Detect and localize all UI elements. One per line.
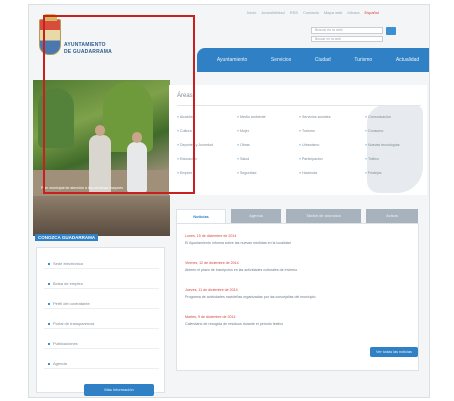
tab-noticias[interactable]: Noticias (176, 209, 226, 223)
quick-link[interactable]: Bolsa de empleo (44, 278, 159, 289)
tab-avisos[interactable]: Avisos (366, 209, 418, 223)
nav-item-ciudad[interactable]: Ciudad (315, 57, 331, 63)
more-info-button[interactable]: Más información (84, 384, 154, 396)
quick-link[interactable]: Agenda (44, 358, 159, 369)
top-link-accessibility[interactable]: Accesibilidad (261, 10, 284, 15)
top-link-contact[interactable]: Contacto (303, 10, 319, 15)
coat-of-arms-icon (39, 19, 61, 55)
news-panel: Lunes, 15 de diciembre de 2014 El Ayunta… (176, 223, 419, 371)
quick-link[interactable]: Perfil del contratante (44, 298, 159, 309)
area-link[interactable]: Educación (177, 157, 197, 161)
news-title[interactable]: Programa de actividades navideñas organi… (185, 295, 315, 299)
logo-text-line2: DE GUADARRAMA (64, 49, 112, 55)
secondary-banner (33, 196, 170, 236)
nav-item-actualidad[interactable]: Actualidad (396, 57, 419, 63)
area-link[interactable]: Mujer (237, 129, 249, 133)
area-link[interactable]: Turismo (299, 129, 315, 133)
tree-shape (38, 88, 74, 148)
tab-agenda[interactable]: Agenda (231, 209, 281, 223)
area-link[interactable]: Comunicación (365, 115, 391, 119)
area-link[interactable]: Tráfico (365, 157, 379, 161)
logo-text-line1: AYUNTAMIENTO (64, 42, 106, 48)
hero-banner[interactable]: Plan municipal de atención a las persona… (33, 80, 170, 196)
quick-link[interactable]: Portal de transparencia (44, 318, 159, 329)
area-link[interactable]: Medio ambiente (237, 115, 266, 119)
person-figure (127, 142, 147, 192)
top-link-home[interactable]: Inicio (247, 10, 256, 15)
area-link[interactable]: Empleo (177, 171, 192, 175)
person-figure (89, 135, 111, 193)
area-link[interactable]: Hacienda (299, 171, 317, 175)
news-date: Martes, 9 de diciembre de 2014 (185, 315, 236, 319)
area-link[interactable]: Consumo (365, 129, 383, 133)
news-tabs: Noticias Agenda Tablón de anuncios Aviso… (176, 209, 418, 223)
divider (177, 105, 421, 106)
area-link[interactable]: Deportes y Juventud (177, 143, 213, 147)
site-logo[interactable]: AYUNTAMIENTO DE GUADARRAMA (38, 13, 148, 65)
hero-caption: Plan municipal de atención a las persona… (41, 186, 124, 190)
area-link[interactable]: Urbanismo (299, 143, 319, 147)
news-date: Jueves, 11 de diciembre de 2014 (185, 288, 238, 292)
tab-tablon[interactable]: Tablón de anuncios (286, 209, 361, 223)
top-link-rss[interactable]: RSS (290, 10, 298, 15)
banner-label[interactable]: CONOZCA GUADARRAMA (35, 234, 99, 241)
area-link[interactable]: Obras (237, 143, 250, 147)
language-selector[interactable]: Español (364, 10, 378, 15)
news-title[interactable]: El Ayuntamiento informa sobre las nuevas… (185, 241, 291, 245)
main-navigation: Ayuntamiento Servicios Ciudad Turismo Ac… (197, 48, 429, 72)
nav-item-servicios[interactable]: Servicios (271, 57, 291, 63)
area-link[interactable]: Nuevas tecnologías (365, 143, 400, 147)
area-link[interactable]: Servicios sociales (299, 115, 331, 119)
area-link[interactable]: Seguridad (237, 171, 256, 175)
area-link[interactable]: Salud (237, 157, 249, 161)
area-link[interactable]: Participación (299, 157, 323, 161)
quick-link[interactable]: Sede electrónica (44, 258, 159, 269)
person-head (95, 125, 105, 136)
area-link[interactable]: Alcaldía (177, 115, 193, 119)
search-button[interactable] (386, 27, 396, 35)
news-title[interactable]: Abierto el plazo de inscripción en las a… (185, 268, 297, 272)
area-link[interactable]: Festejos (365, 171, 382, 175)
quick-links-panel: Sede electrónica Bolsa de empleo Perfil … (36, 247, 165, 396)
nav-item-ayuntamiento[interactable]: Ayuntamiento (217, 57, 247, 63)
news-title[interactable]: Calendario de recogida de residuos duran… (185, 322, 283, 326)
all-news-button[interactable]: Ver todas las noticias (370, 347, 418, 357)
news-date: Lunes, 15 de diciembre de 2014 (185, 234, 237, 238)
web-page: Inicio Accesibilidad RSS Contacto Mapa w… (28, 4, 430, 398)
search-input[interactable]: Buscar en la web (311, 27, 383, 34)
areas-panel: Áreas Alcaldía Cultura Deportes y Juvent… (169, 85, 427, 195)
areas-title: Áreas (177, 93, 193, 99)
top-utility-nav: Inicio Accesibilidad RSS Contacto Mapa w… (247, 10, 379, 15)
person-head (132, 132, 142, 143)
news-date: Viernes, 12 de diciembre de 2014 (185, 261, 239, 265)
search-scope-select[interactable]: Buscar en la web (311, 36, 383, 42)
top-link-sitemap[interactable]: Mapa web (324, 10, 342, 15)
crown-icon (43, 14, 57, 21)
top-link-language[interactable]: Idioma (347, 10, 359, 15)
nav-item-turismo[interactable]: Turismo (354, 57, 372, 63)
area-link[interactable]: Cultura (177, 129, 192, 133)
quick-link[interactable]: Publicaciones (44, 338, 159, 349)
